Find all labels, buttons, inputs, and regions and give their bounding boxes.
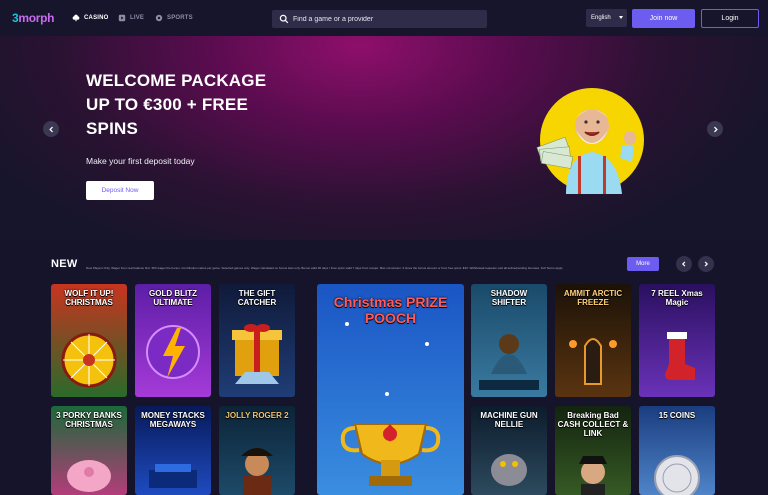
game-tile-featured[interactable]: Christmas PRIZE POOCH: [317, 284, 464, 495]
game-tile[interactable]: Breaking Bad CASH COLLECT & LINK: [555, 406, 631, 495]
hero-subtitle: Make your first deposit today: [86, 156, 195, 166]
game-title: THE GIFT CATCHER: [237, 289, 277, 307]
nav-sports-label: SPORTS: [167, 15, 193, 21]
hero-title-line: UP TO €300 + FREE: [86, 95, 248, 114]
nav-casino-label: CASINO: [84, 15, 109, 21]
game-title: JOLLY ROGER 2: [225, 411, 289, 420]
game-title: 15 COINS: [658, 411, 696, 420]
game-tile[interactable]: 3 PORKY BANKS CHRISTMAS: [51, 406, 127, 495]
game-tile[interactable]: THE GIFT CATCHER: [219, 284, 295, 397]
game-tile[interactable]: AMMIT ARCTIC FREEZE: [555, 284, 631, 397]
game-title: SHADOW SHIFTER: [490, 289, 528, 307]
chevron-left-icon: [48, 126, 53, 132]
hero-prev-button[interactable]: [43, 121, 59, 137]
live-tv-icon: [118, 14, 126, 22]
logo[interactable]: 3morph: [12, 11, 55, 25]
game-title: 3 PORKY BANKS CHRISTMAS: [56, 411, 122, 429]
section-next-button[interactable]: [698, 256, 714, 272]
nav-casino[interactable]: CASINO: [72, 14, 109, 22]
search-icon: [279, 14, 289, 24]
game-title: Breaking Bad CASH COLLECT & LINK: [557, 411, 629, 438]
chevron-down-icon: [619, 16, 623, 19]
game-title: MONEY STACKS MEGAWAYS: [141, 411, 205, 429]
game-tile[interactable]: SHADOW SHIFTER: [471, 284, 547, 397]
deposit-now-button[interactable]: Deposit Now: [86, 181, 154, 200]
nav-sports[interactable]: SPORTS: [155, 14, 193, 22]
game-title: WOLF IT UP! CHRISTMAS: [64, 289, 114, 307]
top-header: 3morph CASINO LIVE SPORTS English Join n…: [0, 0, 768, 36]
language-select[interactable]: English: [586, 9, 627, 27]
search-input[interactable]: [293, 15, 473, 23]
hero-banner: WELCOME PACKAGE UP TO €300 + FREE SPINS …: [0, 36, 768, 270]
game-tile[interactable]: MACHINE GUN NELLIE: [471, 406, 547, 495]
game-title: 7 REEL Xmas Magic: [651, 289, 703, 307]
search-bar[interactable]: [272, 10, 487, 28]
hero-promo-image: [536, 88, 644, 194]
game-title: GOLD BLITZ ULTIMATE: [149, 289, 197, 307]
game-title: MACHINE GUN NELLIE: [480, 411, 538, 429]
game-tile[interactable]: WOLF IT UP! CHRISTMAS: [51, 284, 127, 397]
hero-next-button[interactable]: [707, 121, 723, 137]
nav-live-label: LIVE: [130, 15, 145, 21]
terms-text: New Players Only. Wager from real balanc…: [86, 266, 564, 270]
logo-word: morph: [18, 11, 55, 25]
game-title: Christmas PRIZE POOCH: [333, 294, 448, 326]
cards-icon: [72, 14, 80, 22]
game-tile[interactable]: 15 COINS: [639, 406, 715, 495]
more-button[interactable]: More: [627, 257, 659, 271]
ball-icon: [155, 14, 163, 22]
section-prev-button[interactable]: [676, 256, 692, 272]
hero-title: WELCOME PACKAGE UP TO €300 + FREE SPINS: [86, 69, 286, 141]
game-tile[interactable]: GOLD BLITZ ULTIMATE: [135, 284, 211, 397]
hero-title-line: SPINS: [86, 119, 139, 138]
game-tile[interactable]: JOLLY ROGER 2: [219, 406, 295, 495]
game-tile[interactable]: MONEY STACKS MEGAWAYS: [135, 406, 211, 495]
section-title-new: NEW: [51, 258, 78, 270]
login-button[interactable]: Login: [701, 9, 759, 28]
chevron-right-icon: [713, 126, 718, 132]
chevron-right-icon: [704, 261, 709, 267]
join-now-button[interactable]: Join now: [632, 9, 695, 28]
game-title: AMMIT ARCTIC FREEZE: [563, 289, 623, 307]
hero-title-line: WELCOME PACKAGE: [86, 71, 267, 90]
chevron-left-icon: [681, 261, 686, 267]
language-value: English: [591, 15, 611, 21]
game-tile[interactable]: 7 REEL Xmas Magic: [639, 284, 715, 397]
nav-live[interactable]: LIVE: [118, 14, 144, 22]
